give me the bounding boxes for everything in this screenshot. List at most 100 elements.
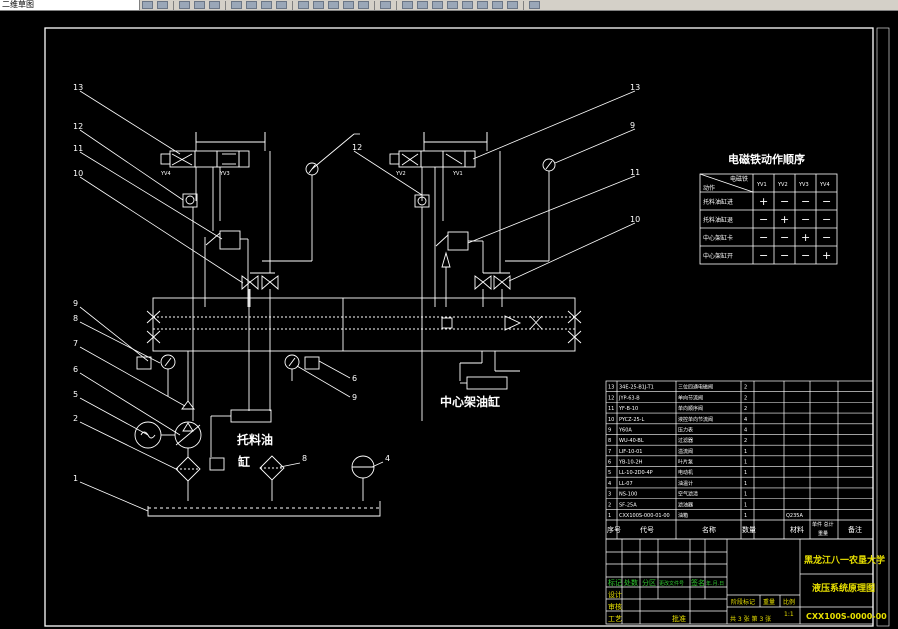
parts-cell-qty: 2 — [744, 406, 747, 412]
drawing-number: CXX100S-0000-00 — [806, 612, 887, 621]
parts-cell-qty: 4 — [744, 417, 747, 423]
parts-cell-qty: 1 — [744, 492, 747, 498]
title-block: 标记 处数 分区 更改文件号 签名 年.月.日 设计 审核 工艺 批准 阶段标记… — [605, 538, 887, 625]
table-cell: + — [759, 195, 768, 208]
valve-label: YV1 — [452, 171, 463, 177]
table-row-label: 托料油缸退 — [703, 216, 733, 224]
rev-label: 标记 — [608, 578, 622, 587]
parts-cell-qty: 1 — [744, 502, 747, 508]
scale-value: 1:1 — [784, 611, 794, 618]
toolbar-button[interactable] — [179, 1, 190, 9]
callout-number: 10 — [630, 215, 640, 224]
parts-cell-code: NS-100 — [619, 492, 637, 498]
table-cell: + — [822, 249, 831, 262]
table-cell: − — [822, 195, 831, 208]
parts-cell-qty: 2 — [744, 438, 747, 444]
toolbar-button[interactable] — [194, 1, 205, 9]
callout-number: 11 — [73, 144, 83, 153]
right-pressure-gauge — [505, 158, 556, 262]
toolbar-button[interactable] — [529, 1, 540, 9]
table-row-label: 托料油缸进 — [703, 198, 733, 206]
stage-label: 重量 — [763, 598, 775, 606]
parts-cell-code: SF-25A — [619, 502, 637, 508]
table-cell: − — [822, 231, 831, 244]
toolbar-button[interactable] — [246, 1, 257, 9]
sign-label: 工艺 — [608, 615, 622, 623]
toolbar-button[interactable] — [380, 1, 391, 9]
parts-cell-no: 3 — [608, 492, 611, 498]
toolbar-button[interactable] — [507, 1, 518, 9]
parts-cell-code: CXX100S-000-01-00 — [619, 513, 670, 519]
toolbar-separator — [173, 0, 174, 10]
toolbar-button[interactable] — [358, 1, 369, 9]
parts-cell-code: Y60A — [618, 427, 632, 433]
parts-cell-code: 34E-25-B1J-T1 — [619, 385, 654, 391]
table-col-header: YV4 — [819, 182, 830, 188]
toolbar-button[interactable] — [492, 1, 503, 9]
toolbar-button[interactable] — [402, 1, 413, 9]
parts-cell-qty: 2 — [744, 395, 747, 401]
parts-cell-no: 1 — [608, 513, 611, 519]
toolbar-button[interactable] — [432, 1, 443, 9]
parts-cell-name: 压力表 — [678, 426, 693, 433]
drawing-canvas[interactable]: 托料油 缸 中心架油缸 YV4 YV3 YV2 YV1 13 12 11 10 … — [0, 11, 898, 629]
table-cell: − — [780, 249, 789, 262]
toolbar-button[interactable] — [343, 1, 354, 9]
toolbar-button[interactable] — [447, 1, 458, 9]
toolbar-button[interactable] — [157, 1, 168, 9]
callout-number: 10 — [73, 169, 83, 178]
left-pressure-gauge — [262, 133, 355, 262]
parts-cell-code: PYCZ-25-L — [619, 417, 644, 423]
sign-label: 审核 — [608, 602, 622, 611]
parts-cell-no: 9 — [608, 427, 611, 433]
toolbar-separator — [523, 0, 524, 10]
table-cell: − — [759, 249, 768, 262]
table-cell: − — [759, 231, 768, 244]
callout-number: 8 — [73, 314, 78, 323]
toolbar-button[interactable] — [477, 1, 488, 9]
parts-header-code: 代号 — [640, 525, 654, 534]
toolbar-button[interactable] — [276, 1, 287, 9]
manifold-block — [146, 297, 582, 352]
table-cell: − — [780, 231, 789, 244]
toolbar-button[interactable] — [261, 1, 272, 9]
toolbar-button[interactable] — [298, 1, 309, 9]
left-valve-group — [160, 132, 279, 471]
toolbar-button[interactable] — [313, 1, 324, 9]
parts-cell-name: 电动机 — [678, 469, 693, 476]
parts-cell-name: 过滤器 — [678, 437, 693, 444]
toolbar-button[interactable] — [231, 1, 242, 9]
parts-cell-no: 11 — [608, 406, 614, 412]
valve-label: YV4 — [160, 171, 171, 177]
toolbar-button[interactable] — [462, 1, 473, 9]
outer-border — [876, 27, 890, 627]
table-cell: + — [801, 231, 810, 244]
rev-label: 更改文件号 — [659, 580, 684, 587]
toolbar-button[interactable] — [142, 1, 153, 9]
sheet-info: 共 3 张 第 3 张 — [730, 615, 771, 623]
cad-toolbar: 二维草图 — [0, 0, 898, 11]
toolbar-separator — [225, 0, 226, 10]
parts-cell-no: 13 — [608, 385, 614, 391]
parts-cell-name: 空气滤清 — [678, 491, 698, 498]
parts-header-weight: 单件 总计 — [812, 521, 834, 528]
rev-label: 年.月.日 — [706, 580, 724, 587]
workspace-dropdown[interactable]: 二维草图 — [0, 0, 140, 10]
callout-number: 12 — [73, 122, 83, 131]
callout-number: 2 — [73, 414, 78, 423]
parts-cell-qty: 4 — [744, 427, 747, 433]
toolbar-separator — [374, 0, 375, 10]
parts-header-weight-sub: 重量 — [818, 530, 828, 537]
parts-header-qty: 数量 — [742, 525, 756, 534]
parts-cell-name: 滤油器 — [678, 501, 693, 508]
callout-number: 8 — [302, 454, 307, 463]
parts-cell-name: 单向顺序阀 — [678, 405, 703, 412]
toolbar-button[interactable] — [328, 1, 339, 9]
table-col-header: YV1 — [756, 182, 767, 188]
parts-cell-code: LIF-10-01 — [619, 449, 642, 455]
parts-cell-code: YF-B-10 — [618, 406, 638, 412]
parts-cell-no: 6 — [608, 460, 611, 466]
rev-label: 分区 — [642, 578, 656, 587]
toolbar-button[interactable] — [209, 1, 220, 9]
toolbar-button[interactable] — [417, 1, 428, 9]
